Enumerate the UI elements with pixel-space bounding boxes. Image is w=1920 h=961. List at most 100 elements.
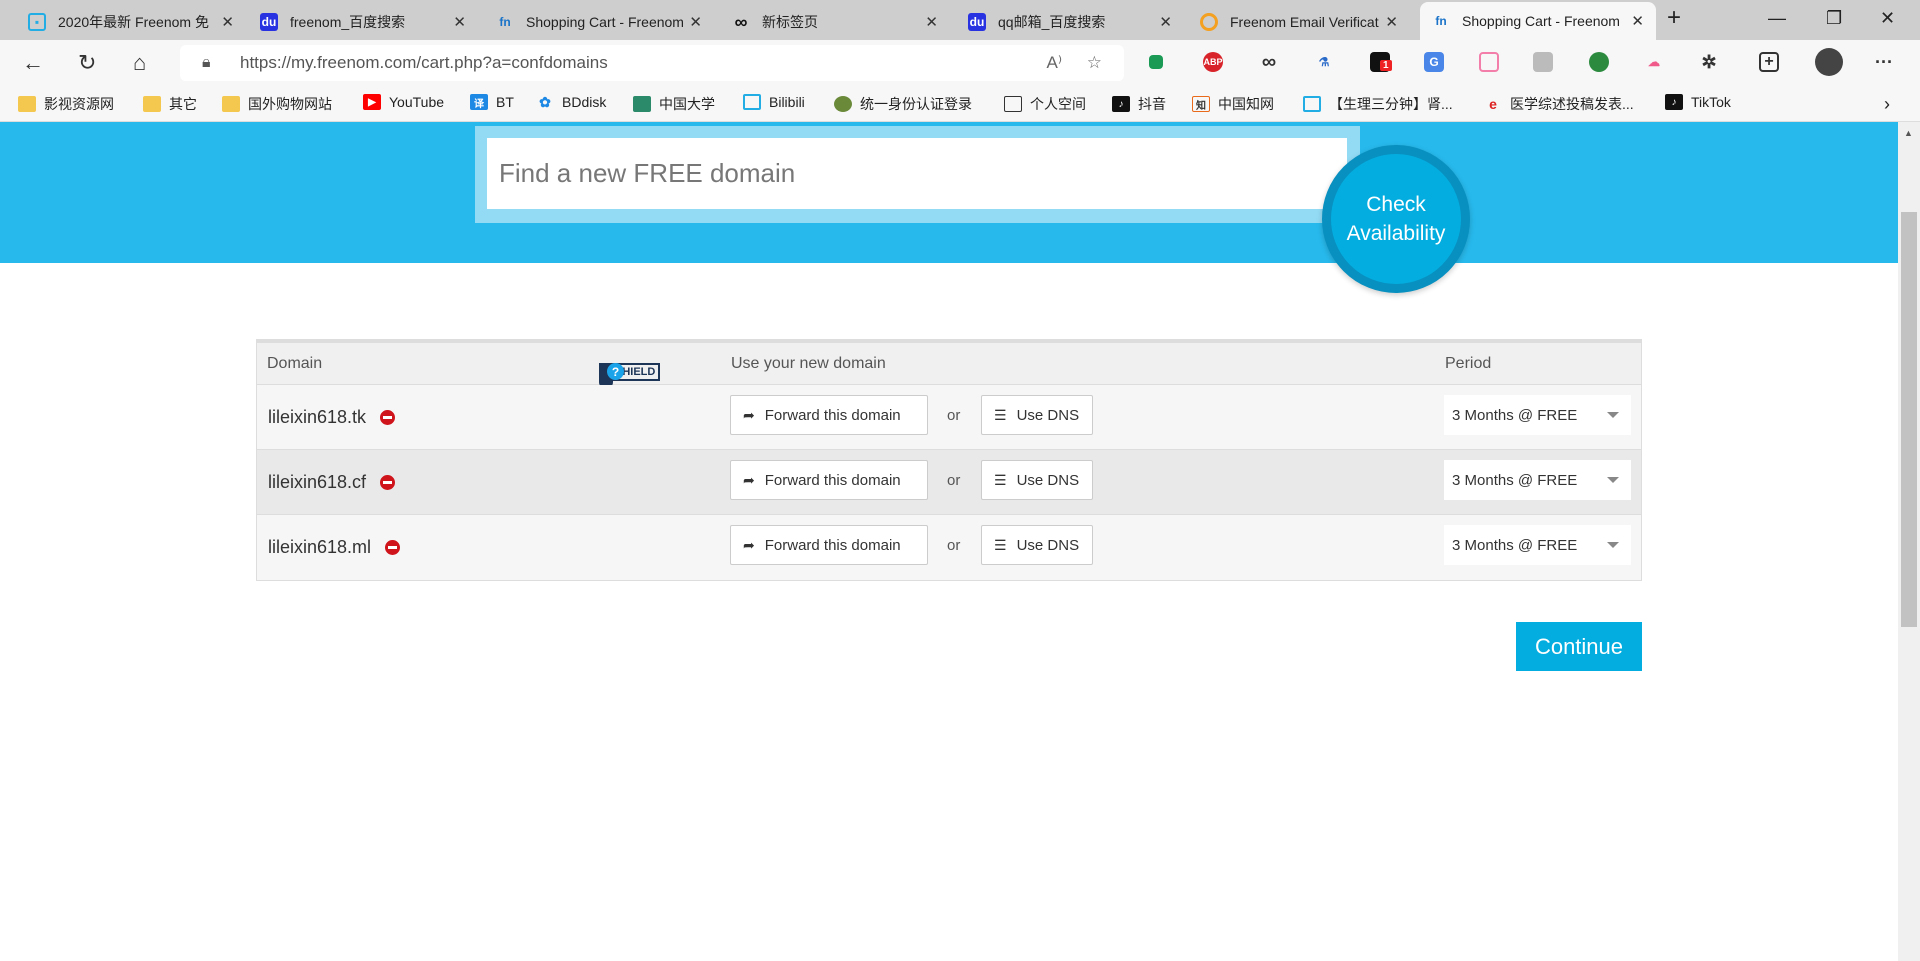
new-tab-button[interactable]: + [1667,4,1681,32]
help-icon[interactable]: ? [607,363,624,380]
bookmark[interactable]: ♪ 抖音 [1112,94,1166,114]
bookmark[interactable]: 知中国知网 [1192,94,1274,114]
more-bookmarks-icon[interactable]: › [1884,94,1890,115]
use-dns-button[interactable]: ☰ Use DNS [981,395,1093,435]
profile-avatar[interactable] [1815,48,1843,76]
period-select[interactable]: 3 Months @ FREE [1444,395,1631,435]
tiktok-icon: ♪ [1665,94,1683,110]
forward-domain-button[interactable]: ➦ Forward this domain [730,395,928,435]
bookmark-folder[interactable]: 其它 [143,94,197,114]
bilibili-icon[interactable] [1479,52,1499,72]
period-select[interactable]: 3 Months @ FREE [1444,525,1631,565]
table-header: Domain IDSHIELD ? Use your new domain Pe… [257,343,1641,389]
add-favorite-icon[interactable]: ☆ [1087,53,1102,73]
url-input[interactable]: 🔒︎ https://my.freenom.com/cart.php?a=con… [180,45,1124,81]
period-header: Period [1445,355,1492,372]
close-tab-icon[interactable]: ✕ [1385,13,1398,31]
infinity-icon[interactable]: ∞ [1259,51,1279,73]
read-aloud-icon[interactable]: A⁾ [1046,53,1062,73]
bookmark[interactable]: 译 BT [470,94,514,110]
domain-search-input[interactable]: Find a new FREE domain [487,138,1347,209]
share-arrow-icon: ➦ [743,406,755,423]
extension-icon[interactable]: 1 [1370,52,1392,72]
translate-icon[interactable]: G [1424,52,1444,72]
domain-header: Domain [267,355,323,372]
cloud-upload-icon[interactable]: ☁ [1644,52,1664,72]
mooc-icon [633,96,651,112]
period-select[interactable]: 3 Months @ FREE [1444,460,1631,500]
tab[interactable]: ∞ 新标签页 ✕ [720,4,950,40]
back-icon[interactable]: ← [22,50,44,76]
use-dns-button[interactable]: ☰ Use DNS [981,460,1093,500]
lock-icon: 🔒︎ [202,54,211,71]
tab[interactable]: du qq邮箱_百度搜索 ✕ [956,4,1184,40]
cnki-icon: 知 [1192,96,1210,112]
tab-active[interactable]: fn Shopping Cart - Freenom ✕ [1420,2,1656,40]
list-icon: ☰ [994,406,1007,423]
bookmark[interactable]: ▶ YouTube [363,94,444,110]
refresh-icon[interactable]: ↻ [78,50,96,76]
bookmark[interactable]: 个人空间 [1004,94,1086,114]
chevron-down-icon [1607,412,1619,418]
domain-name: lileixin618.ml [268,537,401,558]
more-icon[interactable]: ··· [1874,52,1894,72]
remove-icon[interactable] [380,410,396,425]
close-tab-icon[interactable]: ✕ [925,13,938,31]
close-tab-icon[interactable]: ✕ [689,13,702,31]
bilibili-icon: ▪ [28,13,46,31]
continue-button[interactable]: Continue [1516,622,1642,671]
bookmark[interactable]: e 医学综述投稿发表... [1484,94,1634,114]
extensions-icon[interactable]: ✲ [1699,52,1719,72]
folder-icon [143,96,161,112]
bookmark[interactable]: 中国大学 [633,94,715,114]
folder-icon [18,96,36,112]
tab[interactable]: ▪ 2020年最新 Freenom 免 ✕ [16,4,246,40]
adblock-icon[interactable]: ABP [1203,52,1223,72]
remove-icon[interactable] [385,540,401,555]
forward-domain-button[interactable]: ➦ Forward this domain [730,460,928,500]
forward-domain-button[interactable]: ➦ Forward this domain [730,525,928,565]
remove-icon[interactable] [380,475,396,490]
scroll-up-icon[interactable]: ▲ [1904,128,1913,138]
microscope-icon[interactable]: ⚗ [1314,52,1334,72]
address-bar-row: ← ↻ ⌂ 🔒︎ https://my.freenom.com/cart.php… [0,40,1920,85]
bddisk-icon: ✿ [539,93,551,110]
bookmarks-bar: 影视资源网 其它 国外购物网站 ▶ YouTube 译 BT ✿ BDdisk 中国大… [0,85,1920,122]
scrollbar-thumb[interactable] [1901,212,1917,627]
bookmark[interactable]: 统一身份认证登录 [834,94,972,114]
bookmark[interactable]: ✿ BDdisk [536,93,606,111]
bookmark[interactable]: Bilibili [743,94,805,110]
freenom-icon: fn [1435,14,1447,28]
use-dns-button[interactable]: ☰ Use DNS [981,525,1093,565]
tab[interactable]: du freenom_百度搜索 ✕ [248,4,478,40]
close-tab-icon[interactable]: ✕ [1631,12,1644,30]
table-row: lileixin618.tk ➦ Forward this domain or ☰… [257,385,1641,450]
close-tab-icon[interactable]: ✕ [221,13,234,31]
domain-config-table: Domain IDSHIELD ? Use your new domain Pe… [256,339,1642,581]
close-tab-icon[interactable]: ✕ [1159,13,1172,31]
folder-icon [222,96,240,112]
bilibili-icon [1303,96,1321,112]
tab[interactable]: fn Shopping Cart - Freenom ✕ [484,4,714,40]
restore-button[interactable]: ❐ [1826,8,1842,29]
bookmark-folder[interactable]: 影视资源网 [18,94,114,114]
bookmark[interactable]: 【生理三分钟】肾... [1303,94,1453,114]
translate-icon: 译 [470,94,488,110]
idm-icon[interactable] [1589,52,1609,72]
tab[interactable]: Freenom Email Verification✕ [1188,4,1410,40]
domain-search-banner: Find a new FREE domain Check Availabilit… [0,122,1898,293]
minimize-button[interactable]: — [1768,8,1786,29]
share-arrow-icon: ➦ [743,471,755,488]
collections-icon[interactable]: + [1759,52,1779,72]
scrollbar[interactable]: ▲ [1898,122,1920,961]
use-domain-header: Use your new domain [731,355,886,372]
extension-icon[interactable] [1149,55,1163,69]
close-tab-icon[interactable]: ✕ [453,13,466,31]
or-label: or [947,407,961,424]
close-window-button[interactable]: ✕ [1880,8,1895,29]
image-download-icon[interactable] [1533,52,1553,72]
home-icon[interactable]: ⌂ [133,50,146,76]
check-availability-button[interactable]: Check Availability [1322,145,1470,293]
bookmark[interactable]: ♪ TikTok [1665,94,1731,110]
bookmark-folder[interactable]: 国外购物网站 [222,94,332,114]
